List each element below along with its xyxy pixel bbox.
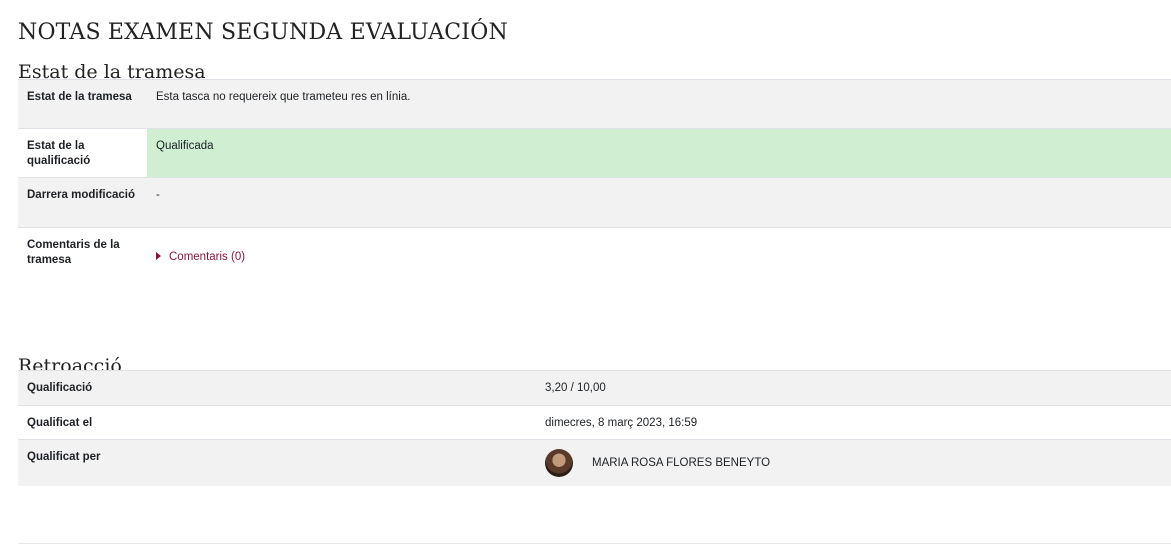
row-label: Qualificació (18, 370, 535, 406)
table-row: Comentaris de la tramesa Comentaris (0) (18, 227, 1171, 278)
grader-cell: MARIA ROSA FLORES BENEYTO (535, 439, 1171, 486)
table-row: Qualificat per MARIA ROSA FLORES BENEYTO (18, 439, 1171, 486)
grade-value: 3,20 / 10,00 (535, 370, 1171, 406)
table-row: Estat de la qualificació Qualificada (18, 128, 1171, 178)
grading-status-value: Qualificada (147, 128, 1171, 178)
comments-link-label: Comentaris (0) (169, 251, 246, 263)
row-label: Qualificat per (18, 439, 535, 486)
row-value: - (147, 177, 1171, 228)
row-label: Qualificat el (18, 405, 535, 440)
avatar[interactable] (545, 449, 573, 477)
table-row: Qualificació 3,20 / 10,00 (18, 370, 1171, 406)
divider (18, 543, 1171, 544)
page-title: NOTAS EXAMEN SEGUNDA EVALUACIÓN (18, 20, 508, 46)
row-label: Darrera modificació (18, 177, 147, 228)
caret-right-icon (156, 251, 161, 260)
grader-name: MARIA ROSA FLORES BENEYTO (592, 457, 771, 469)
graded-on-value: dimecres, 8 març 2023, 16:59 (535, 405, 1171, 440)
comments-toggle-link[interactable]: Comentaris (0) (156, 251, 245, 263)
row-value: Esta tasca no requereix que trameteu res… (147, 79, 1171, 129)
row-value: Comentaris (0) (147, 227, 1171, 278)
row-label: Estat de la qualificació (18, 128, 147, 178)
feedback-table: Qualificació 3,20 / 10,00 Qualificat el … (18, 370, 1171, 486)
row-label: Estat de la tramesa (18, 79, 147, 129)
table-row: Estat de la tramesa Esta tasca no requer… (18, 79, 1171, 129)
table-row: Qualificat el dimecres, 8 març 2023, 16:… (18, 405, 1171, 440)
row-label: Comentaris de la tramesa (18, 227, 147, 278)
table-row: Darrera modificació - (18, 177, 1171, 228)
submission-status-table: Estat de la tramesa Esta tasca no requer… (18, 79, 1171, 278)
